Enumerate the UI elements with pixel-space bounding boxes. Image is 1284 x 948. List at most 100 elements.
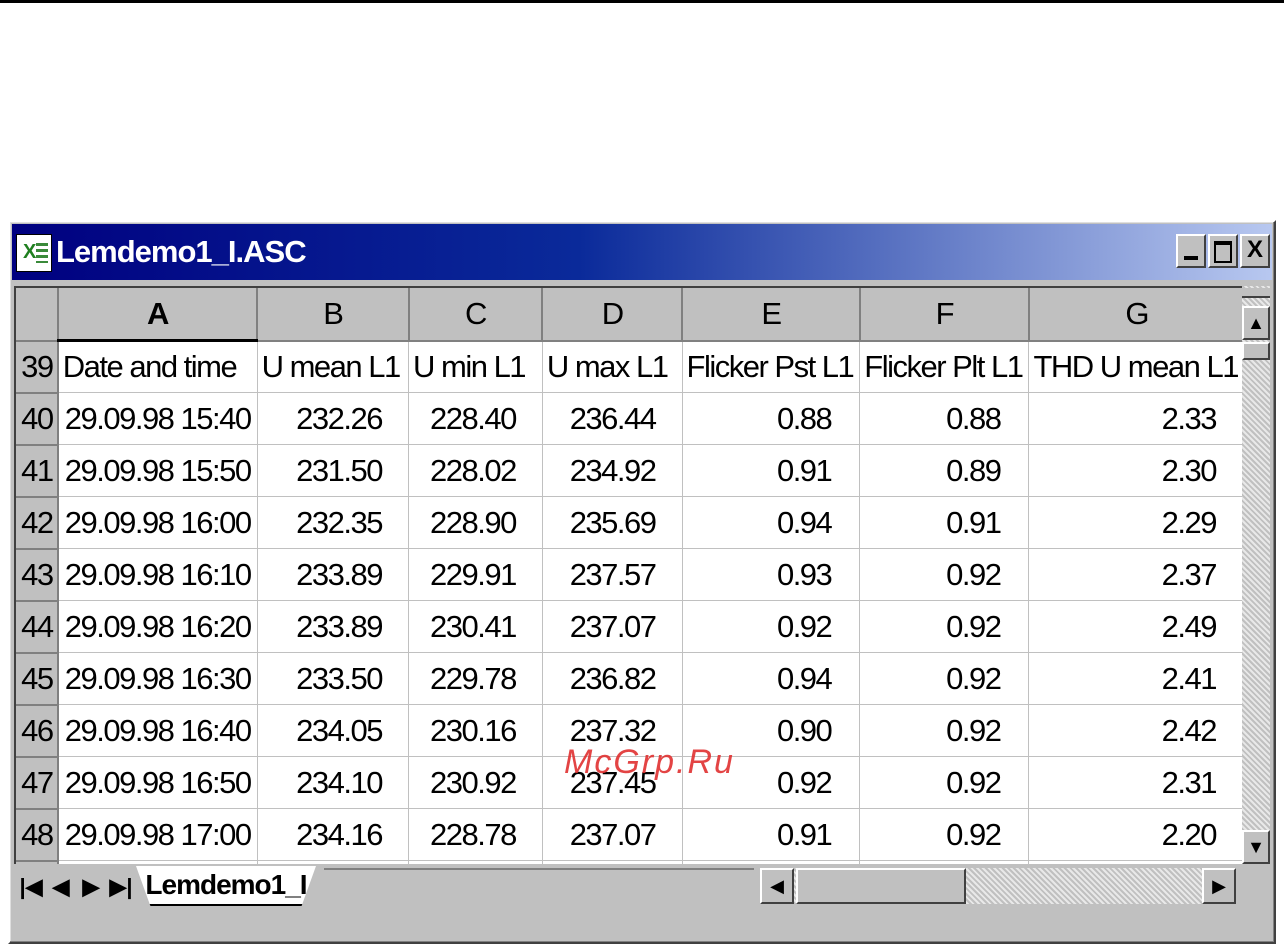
cell-a42[interactable]: 29.09.98 16:00 [57, 496, 258, 549]
cell-a45[interactable]: 29.09.98 16:30 [57, 652, 258, 705]
column-header-b[interactable]: B [256, 288, 410, 342]
cell-f40[interactable]: 0.88 [859, 392, 1030, 445]
cell-a47[interactable]: 29.09.98 16:50 [57, 756, 258, 809]
select-all-corner[interactable] [16, 288, 59, 342]
split-box[interactable] [1242, 288, 1270, 298]
cell-d49[interactable]: 237.95 [541, 860, 683, 864]
close-button[interactable]: X [1240, 234, 1270, 268]
cell-e45[interactable]: 0.94 [681, 652, 861, 705]
cell-b49[interactable]: 234.85 [256, 860, 410, 864]
horizontal-scrollbar[interactable]: ◀ ▶ [760, 868, 1236, 904]
cell-g49[interactable]: 2.11 [1028, 860, 1245, 864]
column-header-e[interactable]: E [681, 288, 861, 342]
previous-sheet-button[interactable]: ◀ [46, 870, 76, 904]
maximize-button[interactable] [1208, 234, 1238, 268]
vertical-scroll-thumb[interactable] [1242, 342, 1270, 360]
cell-f44[interactable]: 0.92 [859, 600, 1030, 653]
cell-a43[interactable]: 29.09.98 16:10 [57, 548, 258, 601]
cell-b43[interactable]: 233.89 [256, 548, 410, 601]
scroll-up-button[interactable]: ▲ [1242, 306, 1270, 340]
cell-c44[interactable]: 230.41 [408, 600, 543, 653]
horizontal-scroll-thumb[interactable] [796, 868, 966, 904]
next-sheet-button[interactable]: ▶ [76, 870, 106, 904]
cell-f43[interactable]: 0.92 [859, 548, 1030, 601]
cell-d42[interactable]: 235.69 [541, 496, 683, 549]
row-header[interactable]: 40 [16, 392, 59, 446]
cell-b44[interactable]: 233.89 [256, 600, 410, 653]
row-header[interactable]: 44 [16, 600, 59, 654]
cell-g39[interactable]: THD U mean L1 [1028, 340, 1245, 393]
cell-f46[interactable]: 0.92 [859, 704, 1030, 757]
cell-e40[interactable]: 0.88 [681, 392, 861, 445]
cell-b39[interactable]: U mean L1 [256, 340, 410, 393]
resize-grip[interactable] [1242, 868, 1268, 904]
row-header[interactable]: 39 [16, 340, 59, 394]
cell-f47[interactable]: 0.92 [859, 756, 1030, 809]
cell-c47[interactable]: 230.92 [408, 756, 543, 809]
scroll-right-button[interactable]: ▶ [1202, 868, 1236, 904]
cell-b45[interactable]: 233.50 [256, 652, 410, 705]
cell-a46[interactable]: 29.09.98 16:40 [57, 704, 258, 757]
row-header[interactable]: 49 [16, 860, 59, 864]
cell-e42[interactable]: 0.94 [681, 496, 861, 549]
cell-c39[interactable]: U min L1 [408, 340, 543, 393]
cell-b47[interactable]: 234.10 [256, 756, 410, 809]
cell-b48[interactable]: 234.16 [256, 808, 410, 861]
cell-c40[interactable]: 228.40 [408, 392, 543, 445]
cell-a48[interactable]: 29.09.98 17:00 [57, 808, 258, 861]
row-header[interactable]: 42 [16, 496, 59, 550]
cell-c46[interactable]: 230.16 [408, 704, 543, 757]
worksheet-grid[interactable]: A B C D E F G 39 Date and time U mean L1… [14, 286, 1268, 864]
cell-e39[interactable]: Flicker Pst L1 [681, 340, 861, 393]
cell-a39[interactable]: Date and time [57, 340, 258, 393]
row-header[interactable]: 45 [16, 652, 59, 706]
cell-f49[interactable]: 0.92 [859, 860, 1030, 864]
title-bar[interactable]: X Lemdemo1_I.ASC X [12, 224, 1272, 280]
cell-d40[interactable]: 236.44 [541, 392, 683, 445]
column-header-d[interactable]: D [541, 288, 684, 342]
cell-f48[interactable]: 0.92 [859, 808, 1030, 861]
vertical-scrollbar[interactable]: ▲ ▼ [1242, 286, 1270, 864]
cell-g41[interactable]: 2.30 [1028, 444, 1245, 497]
cell-d39[interactable]: U max L1 [541, 340, 683, 393]
cell-g45[interactable]: 2.41 [1028, 652, 1245, 705]
last-sheet-button[interactable]: ▶| [106, 870, 136, 904]
first-sheet-button[interactable]: |◀ [16, 870, 46, 904]
cell-f42[interactable]: 0.91 [859, 496, 1030, 549]
cell-a44[interactable]: 29.09.98 16:20 [57, 600, 258, 653]
cell-c49[interactable]: 232.05 [408, 860, 543, 864]
column-header-f[interactable]: F [859, 288, 1030, 342]
column-header-a[interactable]: A [57, 288, 259, 342]
cell-c45[interactable]: 229.78 [408, 652, 543, 705]
cell-c42[interactable]: 228.90 [408, 496, 543, 549]
column-header-g[interactable]: G [1028, 288, 1246, 342]
cell-e41[interactable]: 0.91 [681, 444, 861, 497]
cell-d43[interactable]: 237.57 [541, 548, 683, 601]
cell-f41[interactable]: 0.89 [859, 444, 1030, 497]
row-header[interactable]: 46 [16, 704, 59, 758]
cell-b46[interactable]: 234.05 [256, 704, 410, 757]
cell-d44[interactable]: 237.07 [541, 600, 683, 653]
cell-f45[interactable]: 0.92 [859, 652, 1030, 705]
cell-g46[interactable]: 2.42 [1028, 704, 1245, 757]
cell-a49[interactable]: 29.09.98 17:10 [57, 860, 258, 864]
cell-c48[interactable]: 228.78 [408, 808, 543, 861]
cell-c43[interactable]: 229.91 [408, 548, 543, 601]
excel-document-icon[interactable]: X [16, 234, 52, 272]
cell-g42[interactable]: 2.29 [1028, 496, 1245, 549]
row-header[interactable]: 48 [16, 808, 59, 862]
cell-c41[interactable]: 228.02 [408, 444, 543, 497]
column-header-c[interactable]: C [408, 288, 544, 342]
row-header[interactable]: 43 [16, 548, 59, 602]
cell-d45[interactable]: 236.82 [541, 652, 683, 705]
row-header[interactable]: 41 [16, 444, 59, 498]
scroll-down-button[interactable]: ▼ [1242, 830, 1270, 864]
cell-d48[interactable]: 237.07 [541, 808, 683, 861]
scroll-left-button[interactable]: ◀ [760, 868, 794, 904]
cell-g47[interactable]: 2.31 [1028, 756, 1245, 809]
cell-g48[interactable]: 2.20 [1028, 808, 1245, 861]
row-header[interactable]: 47 [16, 756, 59, 810]
cell-f39[interactable]: Flicker Plt L1 [859, 340, 1030, 393]
cell-g43[interactable]: 2.37 [1028, 548, 1245, 601]
minimize-button[interactable] [1176, 234, 1206, 268]
